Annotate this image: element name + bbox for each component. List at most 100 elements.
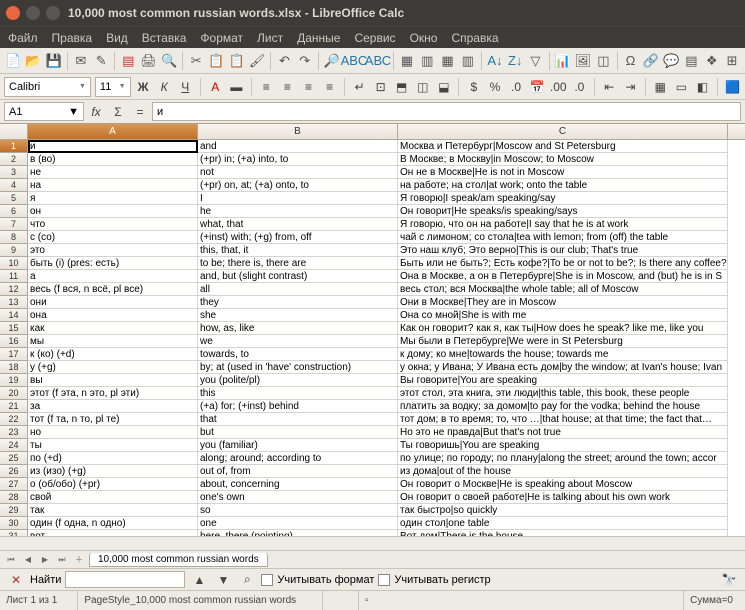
autospell-icon[interactable]: АВС [367,50,389,72]
cell[interactable]: (+a) for; (+inst) behind [198,400,398,413]
number-icon[interactable]: .0 [508,77,525,97]
save-icon[interactable]: 💾 [45,50,63,72]
align-justify-icon[interactable]: ≡ [321,77,338,97]
find-next-icon[interactable]: ▼ [213,570,233,590]
preview-icon[interactable]: 🔍 [160,50,178,72]
cell[interactable]: but [198,426,398,439]
undo-icon[interactable]: ↶ [275,50,293,72]
tab-next-icon[interactable]: ▶ [38,553,52,567]
row-header[interactable]: 30 [0,517,28,530]
comment-icon[interactable]: 💬 [662,50,680,72]
cell[interactable]: Она со мной|She is with me [398,309,728,322]
cell[interactable]: Вы говорите|You are speaking [398,374,728,387]
cell[interactable]: how, as, like [198,322,398,335]
merge-icon[interactable]: ⊡ [372,77,389,97]
row-header[interactable]: 1 [0,140,28,153]
cell[interactable]: на работе; на стол|at work; onto the tab… [398,179,728,192]
match-format-checkbox[interactable] [261,574,273,586]
pivot-icon[interactable]: ◫ [594,50,612,72]
row-header[interactable]: 2 [0,153,28,166]
cell[interactable]: one's own [198,491,398,504]
cell[interactable]: Но это не правда|But that's not true [398,426,728,439]
cut-icon[interactable]: ✂ [187,50,205,72]
binoculars-icon[interactable]: 🔭 [719,570,739,590]
cell[interactable]: this [198,387,398,400]
dec-rem-icon[interactable]: .0 [571,77,588,97]
cell[interactable]: один стол|one table [398,517,728,530]
cell[interactable]: so [198,504,398,517]
cell[interactable]: платить за водку; за домом|to pay for th… [398,400,728,413]
cell[interactable]: Вот дом|There is the house [398,530,728,536]
cell[interactable]: (+pr) on, at; (+a) onto, to [198,179,398,192]
row-header[interactable]: 23 [0,426,28,439]
cell[interactable]: (+pr) in; (+a) into, to [198,153,398,166]
col-header-a[interactable]: A [28,124,198,139]
font-combo[interactable]: Calibri▼ [4,77,91,97]
border-style-icon[interactable]: ▭ [673,77,690,97]
freeze-icon[interactable]: ❖ [703,50,721,72]
row-header[interactable]: 12 [0,283,28,296]
cell[interactable]: Это наш клуб; Это верно|This is our club… [398,244,728,257]
cell[interactable]: а [28,270,198,283]
cell[interactable]: мы [28,335,198,348]
cell[interactable]: весь стол; вся Москва|the whole table; a… [398,283,728,296]
row-header[interactable]: 29 [0,504,28,517]
v-top-icon[interactable]: ⬒ [393,77,410,97]
row-header[interactable]: 7 [0,218,28,231]
row-header[interactable]: 24 [0,439,28,452]
cell[interactable]: по улице; по городу; по плану|along the … [398,452,728,465]
cell[interactable]: that [198,413,398,426]
link-icon[interactable]: 🔗 [642,50,660,72]
redo-icon[interactable]: ↷ [296,50,314,72]
cell[interactable]: он [28,205,198,218]
fx-icon[interactable]: fx [86,102,106,122]
menu-format[interactable]: Формат [200,31,243,45]
tab-first-icon[interactable]: ⏮ [4,553,18,567]
sort-desc-icon[interactable]: Z↓ [506,50,524,72]
menu-tools[interactable]: Сервис [354,31,395,45]
row-header[interactable]: 16 [0,335,28,348]
cell[interactable]: Она в Москве, а он в Петербурге|She is i… [398,270,728,283]
cell[interactable]: один (f одна, n одно) [28,517,198,530]
cell[interactable]: В Москве; в Москву|in Moscow; to Moscow [398,153,728,166]
menu-insert[interactable]: Вставка [142,31,187,45]
row-header[interactable]: 26 [0,465,28,478]
spell-icon[interactable]: ABC [343,50,365,72]
cell[interactable]: весь (f вся, n всё, pl все) [28,283,198,296]
cell[interactable]: (+inst) with; (+g) from, off [198,231,398,244]
cell[interactable]: так [28,504,198,517]
col-icon[interactable]: ▥ [418,50,436,72]
indent-inc-icon[interactable]: ⇥ [622,77,639,97]
cell[interactable]: этот (f эта, n это, pl эти) [28,387,198,400]
sum-icon[interactable]: Σ [108,102,128,122]
cell[interactable]: Москва и Петербург|Moscow and St Petersb… [398,140,728,153]
cell[interactable]: out of, from [198,465,398,478]
cell[interactable]: ты [28,439,198,452]
cell[interactable]: о (об/обо) (+pr) [28,478,198,491]
border-color-icon[interactable]: ◧ [694,77,711,97]
cell[interactable]: из дома|out of the house [398,465,728,478]
cell[interactable]: I [198,192,398,205]
minimize-icon[interactable] [26,6,40,20]
row-header[interactable]: 10 [0,257,28,270]
cond-format-icon[interactable]: 🟦 [724,77,741,97]
find-prev-icon[interactable]: ▲ [189,570,209,590]
cell[interactable]: не [28,166,198,179]
currency-icon[interactable]: $ [465,77,482,97]
align-right-icon[interactable]: ≡ [300,77,317,97]
name-box[interactable]: A1▼ [4,102,84,121]
cell[interactable]: Он говорит|He speaks/is speaking/says [398,205,728,218]
cell[interactable]: one [198,517,398,530]
close-icon[interactable] [6,6,20,20]
print-icon[interactable]: 🖨 [139,50,158,72]
delrow-icon[interactable]: ▦ [438,50,456,72]
cell[interactable]: вот [28,530,198,536]
cell[interactable]: all [198,283,398,296]
select-all-corner[interactable] [0,124,28,139]
tab-add-icon[interactable]: ＋ [72,553,86,567]
paste-icon[interactable]: 📋 [228,50,246,72]
sheet-tab[interactable]: 10,000 most common russian words [89,553,268,567]
cell[interactable]: так быстро|so quickly [398,504,728,517]
cell[interactable]: they [198,296,398,309]
special-icon[interactable]: Ω [621,50,639,72]
